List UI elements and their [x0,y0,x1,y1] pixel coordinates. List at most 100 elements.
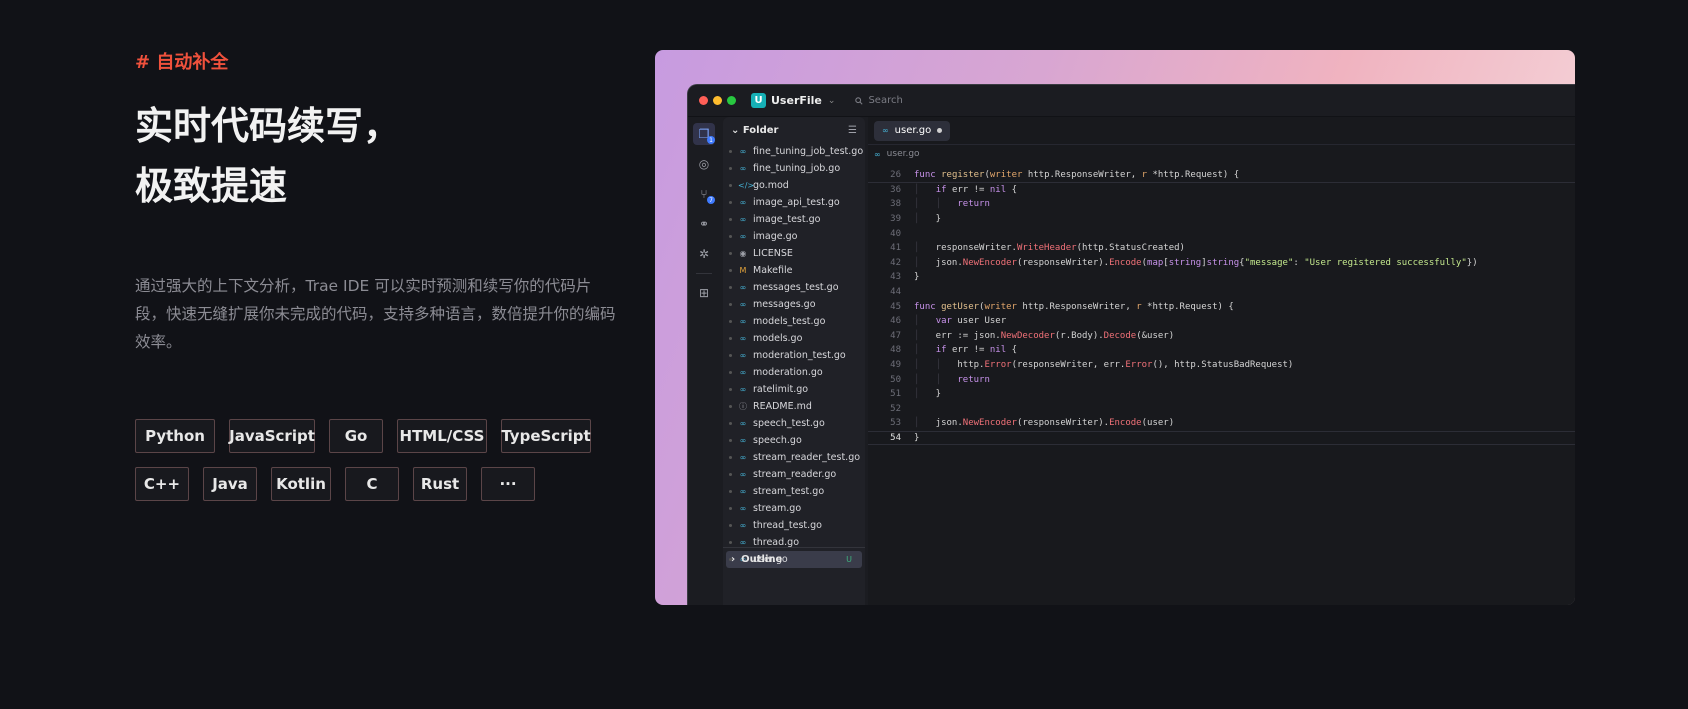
code-line[interactable]: 54} [868,430,1575,446]
file-item[interactable]: ⓘ README.md [723,398,865,415]
go-file-icon: ∞ [739,198,747,207]
file-explorer: ⌄ Folder ☰ ∞ fine_tuning_job_test.go ∞ fine… [723,117,865,605]
language-chip: Kotlin [271,467,331,501]
file-item[interactable]: ∞ messages.go [723,296,865,313]
go-file-icon: ∞ [739,351,747,360]
file-name: fine_tuning_job.go [753,163,841,174]
file-item[interactable]: ∞ thread_test.go [723,517,865,534]
link-icon[interactable]: ⚭ [693,213,715,235]
file-item[interactable]: </> go.mod [723,177,865,194]
chevron-down-icon[interactable]: ⌄ [828,96,836,106]
info-file-icon: ⓘ [739,402,747,411]
file-item[interactable]: ∞ moderation.go [723,364,865,381]
code-line[interactable]: 44 [868,285,1575,300]
search-scope-icon[interactable]: ◎ [693,153,715,175]
code-line[interactable]: 52 [868,402,1575,417]
code-line[interactable]: 42 │ json.NewEncoder(responseWriter).Enco… [868,256,1575,271]
file-item[interactable]: ∞ messages_test.go [723,279,865,296]
file-item[interactable]: ∞ moderation_test.go [723,347,865,364]
code-line[interactable]: 48 │ if err != nil { [868,343,1575,358]
code-editor[interactable]: ∞ user.go ∞ user.go 26 func register(writ… [868,117,1575,605]
file-item[interactable]: ∞ image_api_test.go [723,194,865,211]
filter-icon[interactable]: ☰ [848,125,857,136]
code-line[interactable]: 50 │ │ return [868,372,1575,387]
code-lines[interactable]: 26 func register(writer http.ResponseWrit… [868,168,1575,446]
file-item[interactable]: ◉ LICENSE [723,245,865,262]
extensions-icon[interactable]: ⊞ [693,282,715,304]
file-name: image_test.go [753,214,821,225]
language-chip: Go [329,419,383,453]
file-name: moderation.go [753,367,823,378]
line-number: 26 [890,169,901,180]
explorer-icon[interactable]: ❐ 1 [693,123,715,145]
project-name[interactable]: UserFile [771,94,822,107]
search-placeholder: Search [868,95,903,106]
title-bar: U UserFile ⌄ Search [688,85,1575,117]
bullet-icon [729,524,732,527]
breadcrumb-file[interactable]: user.go [887,149,920,159]
code-line[interactable]: 45 func getUser(writer http.ResponseWrite… [868,299,1575,314]
go-file-icon: ∞ [739,147,747,156]
bullet-icon [729,405,732,408]
language-chip: HTML/CSS [397,419,487,453]
tab-user-go[interactable]: ∞ user.go [874,120,951,141]
line-number: 46 [890,316,901,327]
file-item[interactable]: ∞ speech_test.go [723,415,865,432]
code-line[interactable]: 53 │ json.NewEncoder(responseWriter).Enco… [868,416,1575,431]
file-item[interactable]: ∞ stream_test.go [723,483,865,500]
file-item[interactable]: ∞ stream.go [723,500,865,517]
code-line[interactable]: 47 │ err := json.NewDecoder(r.Body).Decod… [868,329,1575,344]
source-control-icon[interactable]: ⑂ 7 [693,183,715,205]
go-file-icon: ∞ [739,504,747,513]
code-line[interactable]: 40 [868,226,1575,241]
file-item[interactable]: M Makefile [723,262,865,279]
makefile-file-icon: M [739,266,747,275]
file-item[interactable]: ∞ stream_reader.go [723,466,865,483]
section-tag: # 自动补全 [135,52,229,73]
code-line[interactable]: 39 │ } [868,212,1575,227]
unsaved-dot-icon[interactable] [937,128,943,133]
file-item[interactable]: ∞ image.go [723,228,865,245]
code-line[interactable]: 36 │ if err != nil { [868,183,1575,198]
file-item[interactable]: ∞ fine_tuning_job.go [723,160,865,177]
go-file-icon: ∞ [739,232,747,241]
go-file-icon: ∞ [739,215,747,224]
code-line[interactable]: 41 │ responseWriter.WriteHeader(http.Stat… [868,241,1575,256]
code-line[interactable]: 49 │ │ http.Error(responseWriter, err.Err… [868,358,1575,373]
outline-section[interactable]: › Outline [723,547,865,571]
maximize-window-icon[interactable] [727,96,736,105]
debug-icon[interactable]: ✲ [693,243,715,265]
bullet-icon [729,320,732,323]
code-line[interactable]: 43} [868,270,1575,285]
code-line[interactable]: 38 │ │ return [868,197,1575,212]
minimize-window-icon[interactable] [713,96,722,105]
go-file-icon: ∞ [739,436,747,445]
go-file-icon: ∞ [739,487,747,496]
file-item[interactable]: ∞ speech.go [723,432,865,449]
file-item[interactable]: ∞ fine_tuning_job_test.go [723,143,865,160]
file-item[interactable]: ∞ models_test.go [723,313,865,330]
file-item[interactable]: ∞ image_test.go [723,211,865,228]
file-item[interactable]: ∞ models.go [723,330,865,347]
go-file-icon: ∞ [739,164,747,173]
ide-window: U UserFile ⌄ Search ❐ 1 ◎ ⑂ 7 ⚭ ✲ ⊞ ⌄ Fold… [687,84,1575,605]
close-window-icon[interactable] [699,96,708,105]
go-file-icon: ∞ [739,453,747,462]
code-line[interactable]: 51 │ } [868,387,1575,402]
search-box[interactable]: Search [855,95,903,106]
code-text: │ │ return [914,374,990,385]
chevron-right-icon: › [731,554,736,565]
bullet-icon [729,354,732,357]
code-line[interactable]: 26 func register(writer http.ResponseWrit… [868,168,1575,183]
bullet-icon [729,184,732,187]
file-item[interactable]: ∞ ratelimit.go [723,381,865,398]
file-name: go.mod [753,180,789,191]
file-name: README.md [753,401,812,412]
language-chip: Rust [413,467,467,501]
line-number: 41 [890,243,901,254]
file-name: speech.go [753,435,802,446]
code-line[interactable]: 46 │ var user User [868,314,1575,329]
chevron-down-icon[interactable]: ⌄ [731,125,739,136]
explorer-header[interactable]: ⌄ Folder ☰ [723,117,865,143]
file-item[interactable]: ∞ stream_reader_test.go [723,449,865,466]
